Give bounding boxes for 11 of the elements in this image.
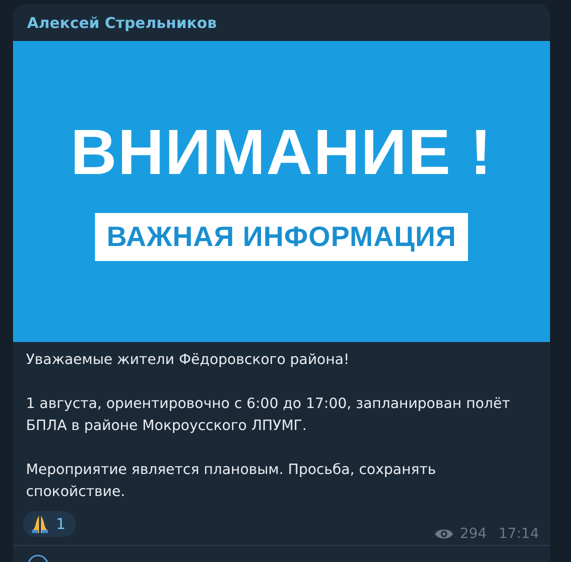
author-name[interactable]: Алексей Стрельников — [13, 4, 550, 41]
post-time: 17:14 — [498, 526, 539, 542]
banner-subheadline: ВАЖНАЯ ИНФОРМАЦИЯ — [94, 212, 468, 260]
eye-icon — [434, 527, 454, 541]
reaction-button[interactable]: 1 — [23, 511, 76, 537]
banner-headline: ВНИМАНИЕ ! — [70, 114, 492, 188]
message-paragraph: 1 августа, ориентировочно с 6:00 до 17:00, запланирован полёт БПЛА в районе Мокроусского ЛПУМГ. — [26, 395, 512, 436]
view-count: 294 — [460, 526, 487, 542]
praying-hands-icon — [30, 514, 50, 534]
message-paragraph: Мероприятие является плановым. Просьба, сохранять спокойствие. — [26, 461, 438, 502]
message-paragraph: Уважаемые жители Фёдоровского района! — [26, 351, 350, 370]
